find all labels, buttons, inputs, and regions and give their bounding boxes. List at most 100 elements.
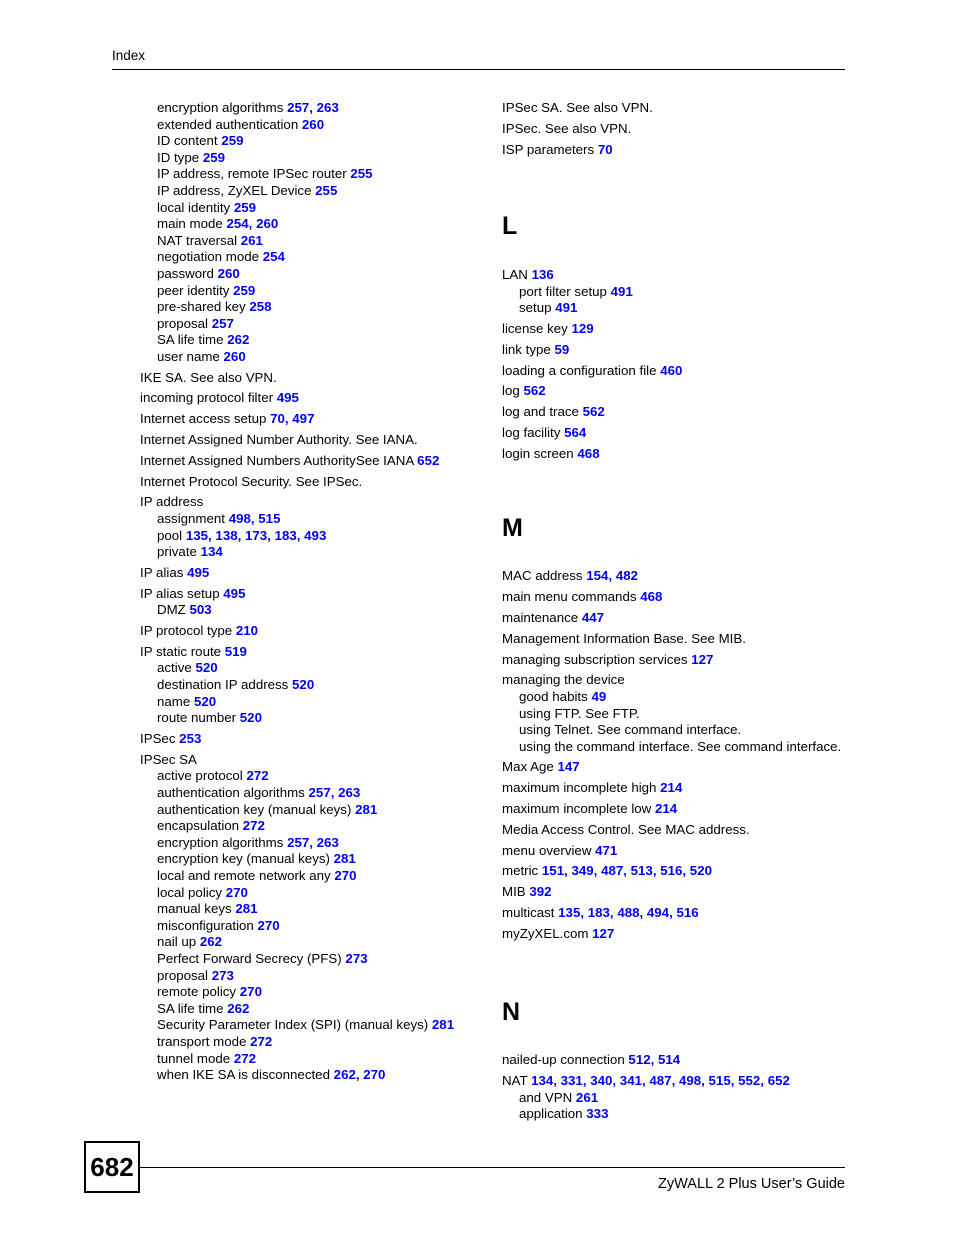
page-reference[interactable]: 520 (240, 710, 262, 725)
page-reference[interactable]: 333 (586, 1106, 608, 1121)
page-reference[interactable]: 340 (590, 1073, 612, 1088)
page-reference[interactable]: 70 (598, 142, 613, 157)
page-reference[interactable]: 468 (577, 446, 599, 461)
page-reference[interactable]: 552 (738, 1073, 760, 1088)
page-reference[interactable]: 263 (338, 785, 360, 800)
page-reference[interactable]: 349 (571, 863, 593, 878)
page-reference[interactable]: 487 (601, 863, 623, 878)
page-reference[interactable]: 257 (287, 100, 309, 115)
page-reference[interactable]: 59 (554, 342, 569, 357)
page-reference[interactable]: 515 (258, 511, 280, 526)
page-reference[interactable]: 151 (542, 863, 564, 878)
page-reference[interactable]: 281 (432, 1017, 454, 1032)
page-reference[interactable]: 263 (317, 100, 339, 115)
page-reference[interactable]: 520 (292, 677, 314, 692)
page-reference[interactable]: 254 (263, 249, 285, 264)
page-reference[interactable]: 257 (309, 785, 331, 800)
page-reference[interactable]: 129 (571, 321, 593, 336)
page-reference[interactable]: 503 (190, 602, 212, 617)
page-reference[interactable]: 281 (355, 802, 377, 817)
page-reference[interactable]: 652 (417, 453, 439, 468)
page-reference[interactable]: 270 (334, 868, 356, 883)
page-reference[interactable]: 262 (227, 332, 249, 347)
page-reference[interactable]: 214 (660, 780, 682, 795)
page-reference[interactable]: 270 (258, 918, 280, 933)
page-reference[interactable]: 173 (245, 528, 267, 543)
page-reference[interactable]: 270 (240, 984, 262, 999)
page-reference[interactable]: 495 (277, 390, 299, 405)
page-reference[interactable]: 520 (195, 660, 217, 675)
page-reference[interactable]: 272 (246, 768, 268, 783)
page-reference[interactable]: 471 (595, 843, 617, 858)
page-reference[interactable]: 210 (236, 623, 258, 638)
page-reference[interactable]: 259 (233, 283, 255, 298)
page-reference[interactable]: 495 (187, 565, 209, 580)
page-reference[interactable]: 134 (531, 1073, 553, 1088)
page-reference[interactable]: 254 (226, 216, 248, 231)
page-reference[interactable]: 491 (611, 284, 633, 299)
page-reference[interactable]: 261 (241, 233, 263, 248)
page-reference[interactable]: 497 (292, 411, 314, 426)
page-reference[interactable]: 493 (304, 528, 326, 543)
page-reference[interactable]: 447 (582, 610, 604, 625)
page-reference[interactable]: 516 (660, 863, 682, 878)
page-reference[interactable]: 255 (315, 183, 337, 198)
page-reference[interactable]: 495 (223, 586, 245, 601)
page-reference[interactable]: 70 (270, 411, 285, 426)
page-reference[interactable]: 270 (226, 885, 248, 900)
page-reference[interactable]: 127 (592, 926, 614, 941)
page-reference[interactable]: 520 (690, 863, 712, 878)
page-reference[interactable]: 519 (225, 644, 247, 659)
page-reference[interactable]: 562 (523, 383, 545, 398)
page-reference[interactable]: 183 (588, 905, 610, 920)
page-reference[interactable]: 259 (234, 200, 256, 215)
page-reference[interactable]: 512 (628, 1052, 650, 1067)
page-reference[interactable]: 482 (616, 568, 638, 583)
page-reference[interactable]: 281 (334, 851, 356, 866)
page-reference[interactable]: 257 (287, 835, 309, 850)
page-reference[interactable]: 127 (691, 652, 713, 667)
page-reference[interactable]: 514 (658, 1052, 680, 1067)
page-reference[interactable]: 260 (218, 266, 240, 281)
page-reference[interactable]: 513 (631, 863, 653, 878)
page-reference[interactable]: 49 (591, 689, 606, 704)
page-reference[interactable]: 183 (275, 528, 297, 543)
page-reference[interactable]: 487 (649, 1073, 671, 1088)
page-reference[interactable]: 488 (617, 905, 639, 920)
page-reference[interactable]: 494 (647, 905, 669, 920)
page-reference[interactable]: 468 (640, 589, 662, 604)
page-reference[interactable]: 260 (224, 349, 246, 364)
page-reference[interactable]: 259 (221, 133, 243, 148)
page-reference[interactable]: 134 (201, 544, 223, 559)
page-reference[interactable]: 562 (583, 404, 605, 419)
page-reference[interactable]: 564 (564, 425, 586, 440)
page-reference[interactable]: 272 (234, 1051, 256, 1066)
page-reference[interactable]: 262 (200, 934, 222, 949)
page-reference[interactable]: 498 (679, 1073, 701, 1088)
page-reference[interactable]: 138 (215, 528, 237, 543)
page-reference[interactable]: 516 (676, 905, 698, 920)
page-reference[interactable]: 491 (555, 300, 577, 315)
page-reference[interactable]: 272 (243, 818, 265, 833)
page-reference[interactable]: 259 (203, 150, 225, 165)
page-reference[interactable]: 281 (235, 901, 257, 916)
page-reference[interactable]: 273 (345, 951, 367, 966)
page-reference[interactable]: 520 (194, 694, 216, 709)
page-reference[interactable]: 260 (302, 117, 324, 132)
page-reference[interactable]: 136 (532, 267, 554, 282)
page-reference[interactable]: 652 (768, 1073, 790, 1088)
page-reference[interactable]: 258 (249, 299, 271, 314)
page-reference[interactable]: 135 (186, 528, 208, 543)
page-reference[interactable]: 341 (620, 1073, 642, 1088)
page-reference[interactable]: 260 (256, 216, 278, 231)
page-reference[interactable]: 272 (250, 1034, 272, 1049)
page-reference[interactable]: 515 (709, 1073, 731, 1088)
page-reference[interactable]: 214 (655, 801, 677, 816)
page-reference[interactable]: 263 (317, 835, 339, 850)
page-reference[interactable]: 135 (558, 905, 580, 920)
page-reference[interactable]: 273 (212, 968, 234, 983)
page-reference[interactable]: 262 (227, 1001, 249, 1016)
page-reference[interactable]: 460 (660, 363, 682, 378)
page-reference[interactable]: 255 (350, 166, 372, 181)
page-reference[interactable]: 392 (529, 884, 551, 899)
